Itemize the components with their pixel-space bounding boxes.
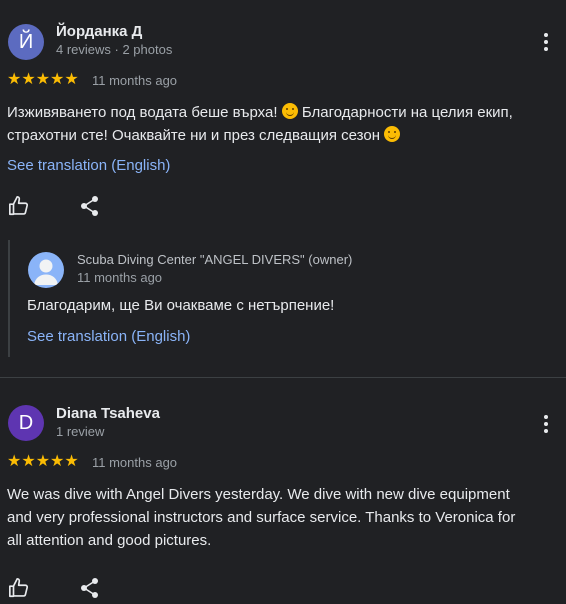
person-icon xyxy=(34,259,58,285)
reply-text: Благодарим, ще Ви очакваме с нетърпение! xyxy=(27,297,335,314)
review-text-part: страхотни сте! Очаквайте ни и през следв… xyxy=(7,127,381,144)
review-text: We was dive with Angel Divers yesterday.… xyxy=(7,483,563,552)
avatar[interactable]: Й xyxy=(8,24,44,60)
avatar[interactable]: D xyxy=(8,405,44,441)
review-text-line: страхотни сте! Очаквайте ни и през следв… xyxy=(7,124,557,147)
reply-time: 11 months ago xyxy=(77,270,163,285)
thumb-up-icon[interactable] xyxy=(8,195,30,217)
review-divider xyxy=(0,377,566,378)
review-text-part: Благодарности на целия екип, xyxy=(301,104,513,121)
reviewer-name[interactable]: Йорданка Д xyxy=(56,23,142,40)
reviewer-meta: 1 review xyxy=(56,424,105,439)
review-text-line: and very professional instructors and su… xyxy=(7,509,516,526)
see-translation-link[interactable]: See translation (English) xyxy=(27,328,190,345)
more-vert-icon[interactable] xyxy=(534,412,558,436)
review-text-line: We was dive with Angel Divers yesterday.… xyxy=(7,486,510,503)
share-icon[interactable] xyxy=(80,195,100,217)
reviewer-name[interactable]: Diana Tsaheva xyxy=(56,405,160,422)
avatar-letter: D xyxy=(18,411,34,434)
review-text-line: all attention and good pictures. xyxy=(7,532,212,549)
review-text-part: Изживяването под водата беше върха! xyxy=(7,104,278,121)
star-rating: ★★★★★ xyxy=(7,71,79,88)
review-time: 11 months ago xyxy=(92,455,178,470)
thumb-up-icon[interactable] xyxy=(8,577,30,599)
review-text: Изживяването под водата беше върха! Благ… xyxy=(7,101,557,147)
reviewer-meta: 4 reviews · 2 photos xyxy=(56,42,173,57)
share-icon[interactable] xyxy=(80,577,100,599)
review-time: 11 months ago xyxy=(92,73,178,88)
smile-emoji-icon xyxy=(384,126,401,142)
review-text-line: Изживяването под водата беше върха! Благ… xyxy=(7,101,557,124)
reply-indicator-bar xyxy=(8,240,10,357)
more-vert-icon[interactable] xyxy=(534,30,558,54)
avatar-letter: Й xyxy=(18,30,34,53)
owner-name[interactable]: Scuba Diving Center "ANGEL DIVERS" (owne… xyxy=(77,252,352,267)
see-translation-link[interactable]: See translation (English) xyxy=(7,157,170,174)
smile-emoji-icon xyxy=(281,103,298,119)
owner-avatar[interactable] xyxy=(28,252,64,288)
star-rating: ★★★★★ xyxy=(7,453,79,470)
